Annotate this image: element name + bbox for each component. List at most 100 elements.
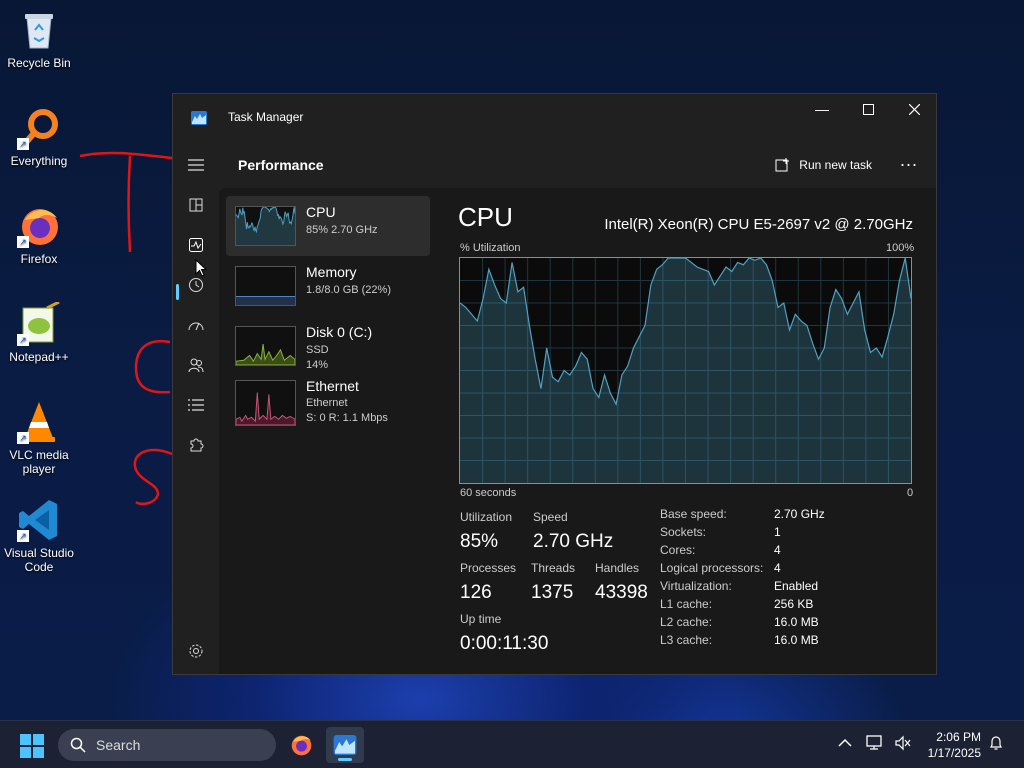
desktop-icon-everything[interactable]: ↗ Everything: [0, 106, 78, 168]
perf-item-disk[interactable]: Disk 0 (C:) SSD 14%: [226, 316, 430, 376]
settings-gear-icon: [189, 644, 203, 658]
desktop-icon-label: Everything: [10, 154, 68, 168]
hamburger-icon: [188, 159, 204, 171]
spec-key: Logical processors:: [660, 561, 764, 575]
ethernet-throughput: S: 0 R: 1.1 Mbps: [306, 412, 388, 424]
desktop-icon-label: Firefox: [20, 252, 58, 266]
network-status[interactable]: [866, 735, 884, 754]
perf-item-name: Ethernet: [306, 378, 359, 394]
stat-value: 0:00:11:30: [460, 633, 549, 654]
stat-label: Utilization: [460, 510, 513, 524]
stat-uptime: Up time 0:00:11:30: [460, 612, 548, 655]
shortcut-arrow-icon: ↗: [17, 432, 29, 444]
recycle-bin-icon: [17, 8, 61, 52]
notepadpp-icon: ↗: [17, 300, 61, 346]
taskbar-task-manager[interactable]: [326, 727, 364, 763]
desktop-icon-recycle-bin[interactable]: Recycle Bin: [0, 8, 78, 70]
desktop-icon-vlc[interactable]: ↗ VLC media player: [0, 400, 78, 476]
spec-row: Logical processors: 4: [660, 561, 825, 579]
minimize-button[interactable]: —: [799, 94, 845, 124]
firefox-icon: ↗: [17, 204, 61, 248]
running-indicator: [338, 758, 352, 761]
vscode-icon: ↗: [17, 498, 61, 542]
cpu-detail-panel: CPU Intel(R) Xeon(R) CPU E5-2697 v2 @ 2.…: [458, 188, 936, 674]
desktop-icon-label: Notepad++: [9, 350, 69, 364]
perf-item-sub: SSD 14%: [306, 343, 329, 373]
windows-logo-icon: [20, 734, 44, 758]
desktop-icon-label: VLC media player: [9, 448, 69, 476]
notifications-button[interactable]: [988, 735, 1004, 754]
desktop-icon-label: Recycle Bin: [7, 56, 71, 70]
disk-thumbnail-graph: [235, 326, 296, 366]
hamburger-menu-button[interactable]: [185, 154, 207, 176]
run-new-task-label: Run new task: [799, 158, 872, 172]
desktop-icon-firefox[interactable]: ↗ Firefox: [0, 204, 78, 266]
nav-services[interactable]: [185, 434, 207, 456]
perf-item-ethernet[interactable]: Ethernet Ethernet S: 0 R: 1.1 Mbps: [226, 376, 430, 448]
services-puzzle-icon: [190, 438, 204, 452]
spec-key: Base speed:: [660, 507, 727, 521]
start-button[interactable]: [20, 734, 44, 763]
everything-icon: ↗: [17, 106, 61, 150]
toolbar: Performance Run new task ...: [219, 140, 936, 190]
desktop-icon-label: Visual Studio Code: [4, 546, 74, 574]
perf-item-sub: Ethernet S: 0 R: 1.1 Mbps: [306, 396, 388, 426]
spec-row: Base speed: 2.70 GHz: [660, 507, 825, 525]
stat-label: Handles: [595, 561, 640, 575]
task-manager-window: Task Manager — Performance Run new task …: [172, 93, 937, 675]
performance-content: CPU 85% 2.70 GHz Memory 1.8/8.0 GB (22%)…: [219, 188, 936, 674]
nav-performance[interactable]: [185, 234, 207, 256]
more-options-button[interactable]: ...: [900, 150, 918, 171]
perf-item-sub: 85% 2.70 GHz: [306, 224, 378, 236]
show-hidden-icons-button[interactable]: [838, 735, 852, 751]
clock-time: 2:06 PM: [936, 730, 981, 744]
spec-row: Sockets: 1: [660, 525, 825, 543]
close-button[interactable]: [891, 94, 937, 124]
stat-utilization: Utilization 85%: [460, 510, 512, 553]
stat-speed: Speed 2.70 GHz: [533, 510, 613, 553]
cpu-utilization-graph: [459, 257, 912, 484]
stat-handles: Handles 43398: [595, 561, 648, 604]
nav-startup-apps[interactable]: [185, 314, 207, 336]
graph-x-span-label: 60 seconds: [460, 487, 517, 499]
nav-app-history[interactable]: [185, 274, 207, 296]
stat-value: 1375: [531, 582, 574, 603]
spec-value: 4: [774, 543, 781, 557]
desktop-icon-notepadpp[interactable]: ↗ Notepad++: [0, 300, 78, 364]
clock[interactable]: 2:06 PM 1/17/2025: [928, 729, 981, 761]
title-bar[interactable]: Task Manager —: [173, 94, 936, 140]
graph-max-label: 100%: [886, 242, 915, 254]
detail-title: CPU: [458, 202, 513, 232]
clock-date: 1/17/2025: [927, 746, 981, 760]
perf-resource-list: CPU 85% 2.70 GHz Memory 1.8/8.0 GB (22%)…: [226, 196, 430, 448]
spec-value: 16.0 MB: [774, 633, 819, 647]
taskbar-firefox[interactable]: [282, 727, 320, 763]
perf-item-cpu[interactable]: CPU 85% 2.70 GHz: [226, 196, 430, 256]
processes-icon: [189, 198, 203, 212]
spec-value: 16.0 MB: [774, 615, 819, 629]
nav-settings[interactable]: [185, 640, 207, 662]
graph-y-label: % Utilization: [460, 242, 521, 254]
spec-key: Virtualization:: [660, 579, 732, 593]
stat-value: 2.70 GHz: [533, 531, 614, 552]
maximize-button[interactable]: [845, 94, 891, 124]
nav-users[interactable]: [185, 354, 207, 376]
taskbar-search-box[interactable]: Search: [58, 729, 276, 761]
cpu-spec-table: Base speed: 2.70 GHz Sockets: 1 Cores: 4 Lo…: [660, 507, 825, 651]
nav-details[interactable]: [185, 394, 207, 416]
vlc-icon: ↗: [17, 400, 61, 444]
perf-item-memory[interactable]: Memory 1.8/8.0 GB (22%): [226, 256, 430, 316]
shortcut-arrow-icon: ↗: [17, 334, 29, 346]
run-new-task-button[interactable]: Run new task: [775, 157, 872, 173]
page-title: Performance: [238, 157, 324, 173]
spec-key: Sockets:: [660, 525, 707, 539]
desktop-icon-vscode[interactable]: ↗ Visual Studio Code: [0, 498, 78, 574]
bell-icon: [990, 736, 1002, 750]
stat-threads: Threads 1375: [531, 561, 575, 604]
spec-value: 1: [774, 525, 781, 539]
volume-status[interactable]: [894, 735, 912, 754]
run-task-icon: [775, 158, 790, 172]
spec-row: L2 cache: 16.0 MB: [660, 615, 825, 633]
cpu-model: Intel(R) Xeon(R) CPU E5-2697 v2 @ 2.70GH…: [604, 216, 913, 233]
nav-processes[interactable]: [185, 194, 207, 216]
